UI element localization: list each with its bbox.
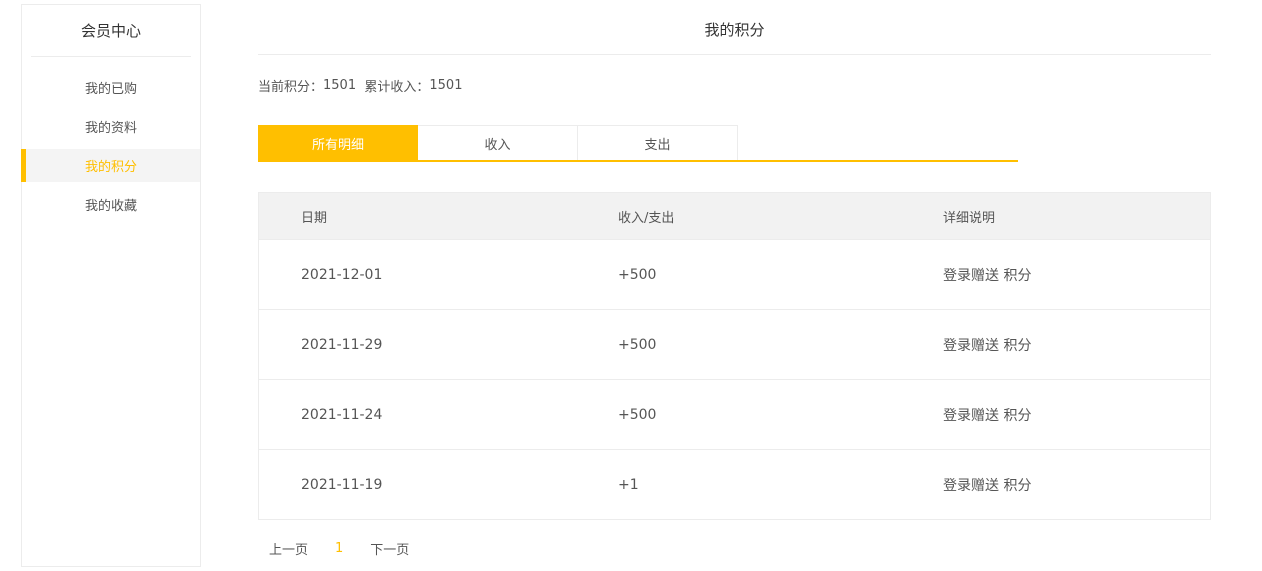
sidebar-menu: 我的已购 我的资料 我的积分 我的收藏	[21, 71, 200, 221]
column-header-amount: 收入/支出	[618, 210, 675, 226]
row-date: 2021-11-19	[301, 476, 383, 493]
table-row: 2021-11-24 +500 登录赠送 积分	[259, 379, 1210, 449]
points-table: 日期 收入/支出 详细说明 2021-12-01 +500 登录赠送 积分 20…	[258, 192, 1211, 520]
current-points-value: 1501	[323, 77, 357, 93]
sidebar-item-favorites[interactable]: 我的收藏	[22, 188, 200, 221]
tab-expense[interactable]: 支出	[578, 125, 738, 160]
sidebar-item-points[interactable]: 我的积分	[21, 149, 200, 182]
table-row: 2021-11-19 +1 登录赠送 积分	[259, 449, 1210, 519]
current-points-label: 当前积分：	[258, 79, 324, 95]
sidebar-item-profile[interactable]: 我的资料	[22, 110, 200, 143]
page-title: 我的积分	[258, 4, 1211, 55]
points-tabs: 所有明细 收入 支出	[258, 125, 1018, 162]
row-amount: +500	[618, 266, 657, 283]
next-page-button[interactable]: 下一页	[370, 539, 409, 558]
row-date: 2021-12-01	[301, 266, 383, 283]
member-sidebar: 会员中心 我的已购 我的资料 我的积分 我的收藏	[21, 4, 201, 567]
table-header: 日期 收入/支出 详细说明	[259, 193, 1210, 239]
total-income-label: 累计收入：	[364, 79, 430, 95]
tab-all-details[interactable]: 所有明细	[258, 125, 418, 160]
points-summary: 当前积分： 1501 累计收入： 1501	[258, 76, 463, 95]
column-header-date: 日期	[301, 210, 328, 226]
pagination: 上一页 1 下一页	[258, 536, 409, 560]
table-row: 2021-11-29 +500 登录赠送 积分	[259, 309, 1210, 379]
sidebar-title: 会员中心	[31, 5, 191, 57]
sidebar-item-purchased[interactable]: 我的已购	[22, 71, 200, 104]
table-row: 2021-12-01 +500 登录赠送 积分	[259, 239, 1210, 309]
row-description: 登录赠送 积分	[943, 337, 1032, 354]
prev-page-button[interactable]: 上一页	[269, 539, 308, 558]
row-date: 2021-11-24	[301, 406, 383, 423]
row-amount: +500	[618, 406, 657, 423]
row-description: 登录赠送 积分	[943, 407, 1032, 424]
row-amount: +1	[618, 476, 639, 493]
total-income-value: 1501	[429, 77, 463, 93]
page-number-current[interactable]: 1	[335, 541, 343, 556]
row-description: 登录赠送 积分	[943, 267, 1032, 284]
row-description: 登录赠送 积分	[943, 477, 1032, 494]
row-amount: +500	[618, 336, 657, 353]
row-date: 2021-11-29	[301, 336, 383, 353]
tab-income[interactable]: 收入	[418, 125, 578, 160]
column-header-description: 详细说明	[943, 210, 996, 226]
